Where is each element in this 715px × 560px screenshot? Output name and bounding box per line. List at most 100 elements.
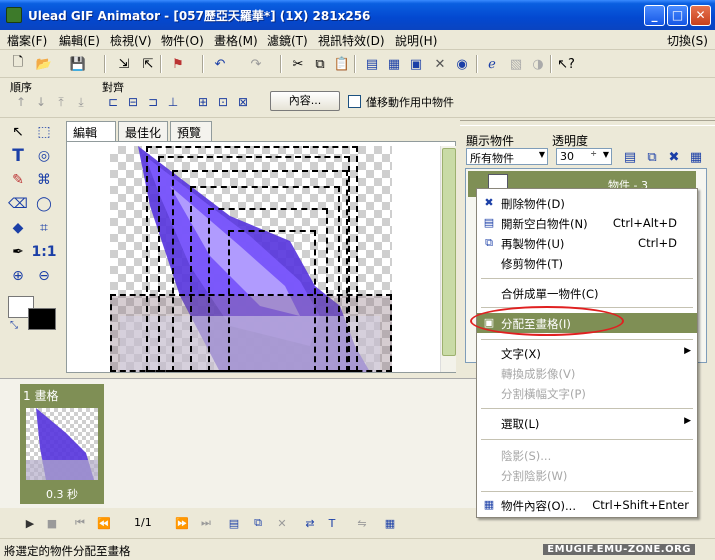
lasso-tool-icon[interactable]: ⌘ [32, 168, 56, 192]
tab-preview[interactable]: 預覽 [170, 121, 212, 141]
menu-edit[interactable]: 編輯(E) [56, 32, 103, 49]
add-image-icon[interactable]: ⇲ [114, 54, 134, 74]
menu-view[interactable]: 檢視(V) [107, 32, 155, 49]
show-objects-select[interactable]: 所有物件 ▼ [466, 148, 548, 165]
frame-properties-icon[interactable]: ▦ [384, 54, 404, 74]
maximize-button[interactable]: □ [667, 5, 688, 26]
frame-properties-icon[interactable]: ▦ [380, 514, 400, 532]
stop-icon[interactable]: ■ [42, 514, 62, 532]
menu-switch[interactable]: 切換(S) [664, 32, 711, 49]
redo-icon[interactable]: ↷ [246, 54, 266, 74]
menu-item-new-blank-object[interactable]: ▤ 開新空白物件(N) Ctrl+Alt+D [477, 213, 697, 233]
previous-frame-icon[interactable]: ⏪ [94, 514, 114, 532]
browser-preview-icon[interactable]: ℯ [482, 54, 502, 74]
menu-item-shadow[interactable]: 陰影(S)... [477, 445, 697, 465]
align-right-icon[interactable]: ⊐ [144, 93, 162, 111]
menu-help[interactable]: 說明(H) [392, 32, 440, 49]
opacity-stepper[interactable]: 30 ÷ ▼ [556, 148, 612, 165]
bring-to-front-icon[interactable]: ⤒ [52, 93, 70, 111]
brush-tool-icon[interactable]: ✎ [6, 168, 30, 192]
align-center-icon[interactable]: ⊟ [124, 93, 142, 111]
delete-frame-icon[interactable]: ✕ [272, 514, 292, 532]
eraser-tool-icon[interactable]: ⌫ [6, 192, 30, 216]
first-frame-icon[interactable]: ⏮ [70, 514, 90, 532]
play-icon[interactable]: ▶ [20, 514, 40, 532]
menu-item-delete-object[interactable]: ✖ 刪除物件(D) [477, 193, 697, 213]
menu-item-duplicate-object[interactable]: ⧉ 再製物件(U) Ctrl+D [477, 233, 697, 253]
eyedropper-tool-icon[interactable]: ✒ [6, 240, 30, 264]
export-icon[interactable]: ▧ [506, 54, 526, 74]
menu-item-convert-to-image[interactable]: 轉換成影像(V) [477, 363, 697, 383]
plugin-icon[interactable]: ◑ [528, 54, 548, 74]
duplicate-object-icon[interactable]: ⧉ [642, 147, 662, 167]
marquee-tool-icon[interactable]: ⬚ [32, 120, 56, 144]
help-pointer-icon[interactable]: ↖? [556, 54, 576, 74]
menu-file[interactable]: 檔案(F) [4, 32, 50, 49]
text-tool-icon[interactable]: T [6, 144, 30, 168]
menu-video-effects[interactable]: 視訊特效(D) [315, 32, 388, 49]
center-canvas-icon[interactable]: ⊠ [234, 93, 252, 111]
banner-text-icon[interactable]: T [322, 514, 342, 532]
menu-item-text[interactable]: 文字(X) ▶ [477, 343, 697, 363]
zoom-out-icon[interactable]: ⊖ [32, 264, 56, 288]
tween-icon[interactable]: ⇄ [300, 514, 320, 532]
frame-thumbnail[interactable]: 1 畫格 0.3 秒 [20, 384, 104, 504]
wizard-icon[interactable]: ⚑ [168, 54, 188, 74]
new-file-icon[interactable]: 🗋 [8, 54, 28, 74]
open-folder-icon[interactable]: 📂 [34, 54, 54, 74]
distribute-h-icon[interactable]: ⊞ [194, 93, 212, 111]
paste-icon[interactable]: 📋 [332, 54, 352, 74]
magic-wand-tool-icon[interactable]: ◎ [32, 144, 56, 168]
frame-icon[interactable]: ▤ [362, 54, 382, 74]
app-icon[interactable] [6, 7, 22, 23]
zoom-in-icon[interactable]: ⊕ [6, 264, 30, 288]
move-only-active-checkbox[interactable] [348, 95, 361, 108]
menu-frame[interactable]: 畫格(M) [211, 32, 261, 49]
menu-item-split-shadow[interactable]: 分割陰影(W) [477, 465, 697, 485]
object-icon[interactable]: ▣ [406, 54, 426, 74]
properties-button[interactable]: 內容... [270, 91, 340, 111]
send-backward-icon[interactable]: ↓ [32, 93, 50, 111]
menu-object[interactable]: 物件(O) [158, 32, 207, 49]
save-icon[interactable]: 💾 [68, 54, 88, 74]
duplicate-frame-icon[interactable]: ⧉ [248, 514, 268, 532]
object-properties-icon[interactable]: ▦ [686, 147, 706, 167]
foreground-color-swatch[interactable] [28, 308, 56, 330]
swap-colors-icon[interactable]: ⤡ [10, 320, 18, 331]
last-frame-icon[interactable]: ⏭ [196, 514, 216, 532]
delete-frame-icon[interactable]: ✕ [430, 54, 450, 74]
copy-icon[interactable]: ⧉ [310, 54, 330, 74]
send-to-back-icon[interactable]: ⤓ [72, 93, 90, 111]
close-button[interactable]: ✕ [690, 5, 711, 26]
tab-edit[interactable]: 編輯 [66, 121, 116, 142]
menu-item-merge-objects[interactable]: 合併成單一物件(C) [477, 283, 697, 303]
align-bottom-icon[interactable]: ⊥ [164, 93, 182, 111]
actual-size-icon[interactable]: 1:1 [31, 240, 56, 264]
menu-item-crop-object[interactable]: 修剪物件(T) [477, 253, 697, 273]
optimize-icon[interactable]: ◉ [452, 54, 472, 74]
cut-icon[interactable]: ✂ [288, 54, 308, 74]
align-left-icon[interactable]: ⊏ [104, 93, 122, 111]
undo-icon[interactable]: ↶ [210, 54, 230, 74]
next-frame-icon[interactable]: ⏩ [172, 514, 192, 532]
reverse-frames-icon[interactable]: ⇋ [352, 514, 372, 532]
pointer-tool-icon[interactable]: ↖ [6, 120, 30, 144]
menu-filter[interactable]: 濾鏡(T) [264, 32, 311, 49]
distribute-v-icon[interactable]: ⊡ [214, 93, 232, 111]
bring-forward-icon[interactable]: ↑ [12, 93, 30, 111]
canvas-vertical-scrollbar[interactable] [440, 146, 456, 372]
scrollbar-thumb[interactable] [442, 148, 456, 356]
add-video-icon[interactable]: ⇱ [138, 54, 158, 74]
transparent-canvas[interactable] [110, 146, 392, 372]
crop-tool-icon[interactable]: ⌗ [32, 216, 56, 240]
minimize-button[interactable]: _ [644, 5, 665, 26]
menu-item-split-banner-text[interactable]: 分割橫幅文字(P) [477, 383, 697, 403]
new-object-icon[interactable]: ▤ [620, 147, 640, 167]
fill-tool-icon[interactable]: ◆ [6, 216, 30, 240]
menu-item-object-properties[interactable]: ▦ 物件內容(O)... Ctrl+Shift+Enter [477, 495, 697, 515]
tab-optimize[interactable]: 最佳化 [118, 121, 168, 141]
ellipse-select-tool-icon[interactable]: ◯ [32, 192, 56, 216]
delete-object-icon[interactable]: ✖ [664, 147, 684, 167]
add-frame-icon[interactable]: ▤ [224, 514, 244, 532]
menu-item-select[interactable]: 選取(L) ▶ [477, 413, 697, 433]
